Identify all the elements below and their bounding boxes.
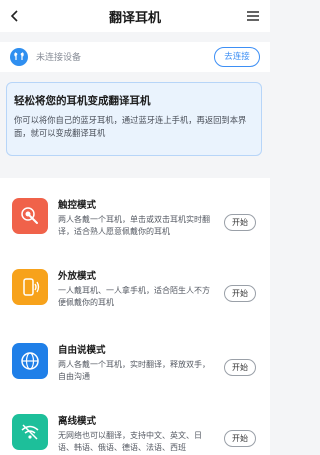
mode-desc: 两人各戴一个耳机，实时翻译，释放双手，自由沟通	[58, 360, 210, 381]
mode-desc: 一人戴耳机、一人拿手机，适合陌生人不方便佩戴你的耳机	[58, 286, 210, 307]
touch-icon	[12, 198, 48, 234]
mode-item-touch[interactable]: 触控模式 两人各戴一个耳机，单击或双击耳机实时翻译，适合熟人愿意佩戴你的耳机 开…	[0, 190, 270, 260]
start-button-speaker[interactable]: 开始	[224, 285, 256, 302]
header: 翻译耳机	[0, 0, 270, 32]
mode-title: 外放模式	[58, 271, 97, 282]
mode-title: 触控模式	[58, 200, 97, 211]
start-button-free-talk[interactable]: 开始	[224, 359, 256, 376]
mode-item-offline[interactable]: 离线模式 无网络也可以翻译，支持中文、英文、日语、韩语、俄语、德语、法语、西班 …	[0, 406, 270, 455]
menu-button[interactable]	[242, 5, 264, 27]
device-card: 未连接设备 去连接	[0, 42, 270, 72]
wifi-off-icon	[12, 414, 48, 450]
mode-item-speaker[interactable]: 外放模式 一人戴耳机、一人拿手机，适合陌生人不方便佩戴你的耳机 开始	[0, 261, 270, 331]
connect-button[interactable]: 去连接	[214, 47, 260, 67]
info-banner: 轻松将您的耳机变成翻译耳机 你可以将你自己的蓝牙耳机，通过蓝牙连上手机，再返回到…	[6, 82, 262, 156]
mode-list: 触控模式 两人各戴一个耳机，单击或双击耳机实时翻译，适合熟人愿意佩戴你的耳机 开…	[0, 178, 270, 455]
mode-desc: 两人各戴一个耳机，单击或双击耳机实时翻译，适合熟人愿意佩戴你的耳机	[58, 215, 210, 236]
earphone-icon	[10, 48, 28, 66]
banner-title: 轻松将您的耳机变成翻译耳机	[14, 95, 151, 107]
menu-lines-icon	[247, 11, 259, 21]
page-title: 翻译耳机	[108, 11, 161, 26]
globe-icon	[12, 343, 48, 379]
device-status: 未连接设备	[36, 53, 82, 63]
mode-item-free-talk[interactable]: 自由说模式 两人各戴一个耳机，实时翻译，释放双手，自由沟通 开始	[0, 335, 270, 405]
mode-title: 自由说模式	[58, 345, 106, 356]
mode-title: 离线模式	[58, 416, 97, 427]
banner-text: 你可以将你自己的蓝牙耳机，通过蓝牙连上手机，再返回到本界面，就可以变成翻译耳机	[14, 115, 247, 138]
translation-earphone-page: 翻译耳机 未连接设备 去连接 轻松将您的耳机变成翻译耳机 你可以将你自己的蓝牙耳…	[0, 0, 270, 455]
mode-desc: 无网络也可以翻译，支持中文、英文、日语、韩语、俄语、德语、法语、西班	[58, 431, 202, 452]
speaker-phone-icon	[12, 269, 48, 305]
start-button-touch[interactable]: 开始	[224, 214, 256, 231]
start-button-offline[interactable]: 开始	[224, 430, 256, 447]
